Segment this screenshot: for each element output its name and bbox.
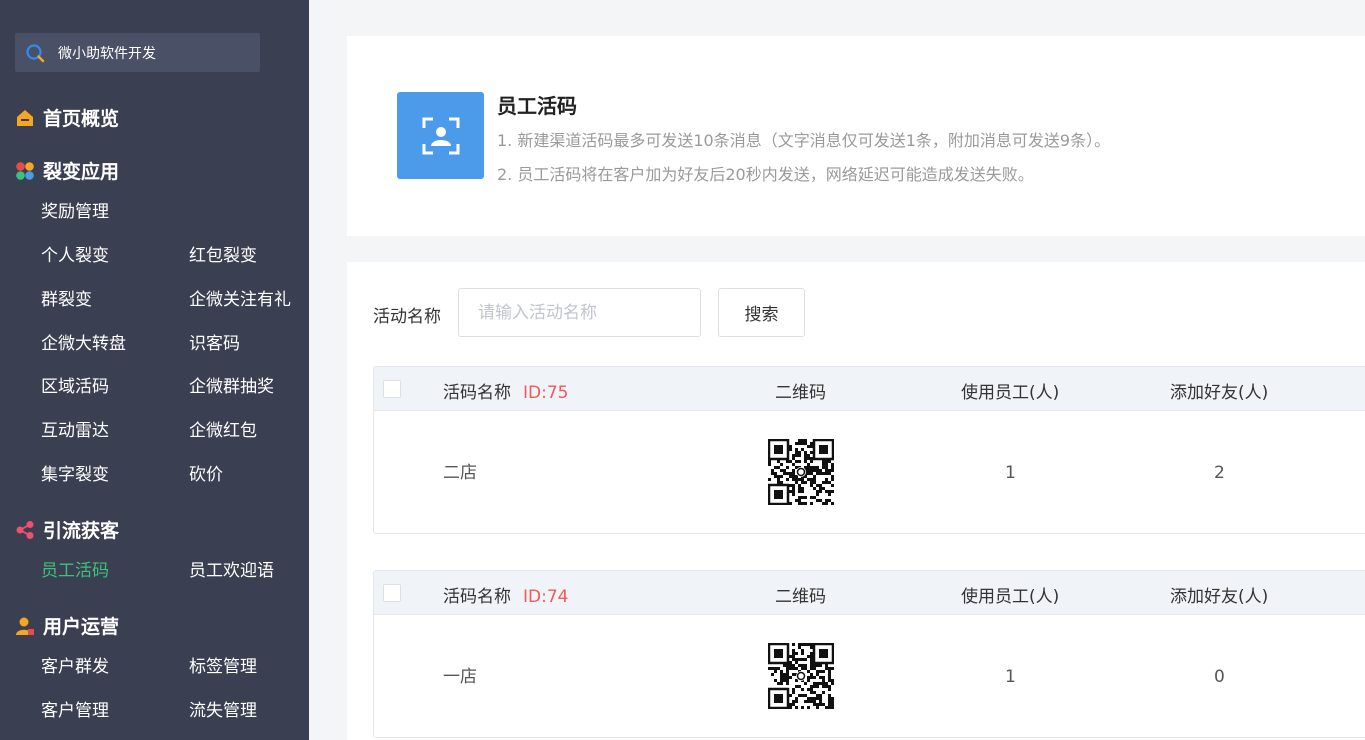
- section-acquire-label: 引流获客: [43, 520, 120, 542]
- sidebar-item-redpacket[interactable]: 红包裂变: [189, 241, 257, 266]
- code-card: 活码名称 ID:75 二维码 使用员工(人) 添加好友(人) 二店 1 2: [373, 366, 1365, 534]
- code-card-header: 活码名称 ID:75 二维码 使用员工(人) 添加好友(人): [374, 367, 1365, 411]
- search-button[interactable]: 搜索: [718, 288, 805, 337]
- sidebar-item-personal[interactable]: 个人裂变: [41, 241, 109, 266]
- col-qr: 二维码: [775, 383, 826, 403]
- sidebar-item-broadcast[interactable]: 客户群发: [41, 652, 109, 677]
- sidebar-item-churn[interactable]: 流失管理: [189, 696, 257, 721]
- home-icon: [15, 108, 35, 128]
- section-acquire[interactable]: 引流获客: [15, 516, 119, 543]
- code-id: ID:75: [523, 383, 569, 403]
- code-list-panel: 活动名称 搜索 活码名称 ID:75 二维码 使用员工(人) 添加好友(人) 二店…: [347, 262, 1365, 740]
- sidebar-item-radar[interactable]: 互动雷达: [41, 416, 109, 441]
- sidebar-item-bargain[interactable]: 砍价: [189, 460, 223, 485]
- code-name: 二店: [443, 463, 477, 483]
- qr-code-icon[interactable]: [768, 643, 834, 709]
- scan-user-icon: [397, 92, 484, 179]
- sidebar-item-wecomred[interactable]: 企微红包: [189, 416, 257, 441]
- search-label: 活动名称: [373, 307, 441, 327]
- search-input[interactable]: [458, 288, 701, 337]
- code-card-header: 活码名称 ID:74 二维码 使用员工(人) 添加好友(人): [374, 571, 1365, 615]
- section-home-label: 首页概览: [43, 108, 120, 130]
- col-qr: 二维码: [775, 587, 826, 607]
- section-operations-label: 用户运营: [43, 616, 120, 638]
- sidebar-item-tags[interactable]: 标签管理: [189, 652, 257, 677]
- user-icon: [15, 616, 35, 636]
- friend-count: 2: [1214, 463, 1225, 483]
- col-name: 活码名称 ID:75: [443, 378, 568, 403]
- section-fission[interactable]: 裂变应用: [15, 157, 119, 184]
- intro-line-2: 2. 员工活码将在客户加为好友后20秒内发送，网络延迟可能造成发送失败。: [497, 165, 1034, 184]
- col-friends: 添加好友(人): [1170, 587, 1269, 607]
- sidebar-item-welcome[interactable]: 员工欢迎语: [189, 556, 274, 581]
- col-friends: 添加好友(人): [1170, 383, 1269, 403]
- section-operations[interactable]: 用户运营: [15, 612, 119, 639]
- sidebar-item-follow[interactable]: 企微关注有礼: [189, 285, 291, 310]
- code-card: 活码名称 ID:74 二维码 使用员工(人) 添加好友(人) 一店 1 0: [373, 570, 1365, 738]
- staff-count: 1: [1005, 667, 1016, 687]
- code-id: ID:74: [523, 587, 569, 607]
- sidebar-item-reward[interactable]: 奖励管理: [41, 197, 109, 222]
- sidebar-item-idcode[interactable]: 识客码: [189, 329, 240, 354]
- sidebar-item-customers[interactable]: 客户管理: [41, 696, 109, 721]
- brand-search-icon: [26, 43, 45, 62]
- intro-line-1: 1. 新建渠道活码最多可发送10条消息（文字消息仅可发送1条，附加消息可发送9条…: [497, 131, 1111, 150]
- sidebar-item-collect[interactable]: 集字裂变: [41, 460, 109, 485]
- sidebar-item-wheel[interactable]: 企微大转盘: [41, 329, 126, 354]
- sidebar-item-grouplottery[interactable]: 企微群抽奖: [189, 372, 274, 397]
- staff-count: 1: [1005, 463, 1016, 483]
- code-name: 一店: [443, 667, 477, 687]
- sidebar-item-region[interactable]: 区域活码: [41, 372, 109, 397]
- section-home[interactable]: 首页概览: [15, 104, 119, 131]
- brand-name: 微小助软件开发: [58, 45, 156, 62]
- sidebar-item-staffcode[interactable]: 员工活码: [41, 556, 109, 581]
- select-checkbox[interactable]: [383, 380, 401, 398]
- select-checkbox[interactable]: [383, 584, 401, 602]
- apps-icon: [15, 161, 35, 181]
- col-name-label: 活码名称: [443, 383, 511, 403]
- col-staff: 使用员工(人): [961, 587, 1060, 607]
- intro-card: 员工活码 1. 新建渠道活码最多可发送10条消息（文字消息仅可发送1条，附加消息…: [347, 36, 1365, 236]
- brand-switcher[interactable]: 微小助软件开发: [15, 33, 260, 72]
- col-staff: 使用员工(人): [961, 383, 1060, 403]
- sidebar-item-group[interactable]: 群裂变: [41, 285, 92, 310]
- col-name-label: 活码名称: [443, 587, 511, 607]
- col-name: 活码名称 ID:74: [443, 582, 568, 607]
- share-icon: [15, 520, 35, 540]
- page-title: 员工活码: [497, 94, 577, 118]
- section-fission-label: 裂变应用: [43, 161, 120, 183]
- qr-code-icon[interactable]: [768, 439, 834, 505]
- friend-count: 0: [1214, 667, 1225, 687]
- sidebar: 微小助软件开发 首页概览 裂变应用 奖励管理 个人裂变 红包裂变 群裂变 企微关…: [0, 0, 309, 740]
